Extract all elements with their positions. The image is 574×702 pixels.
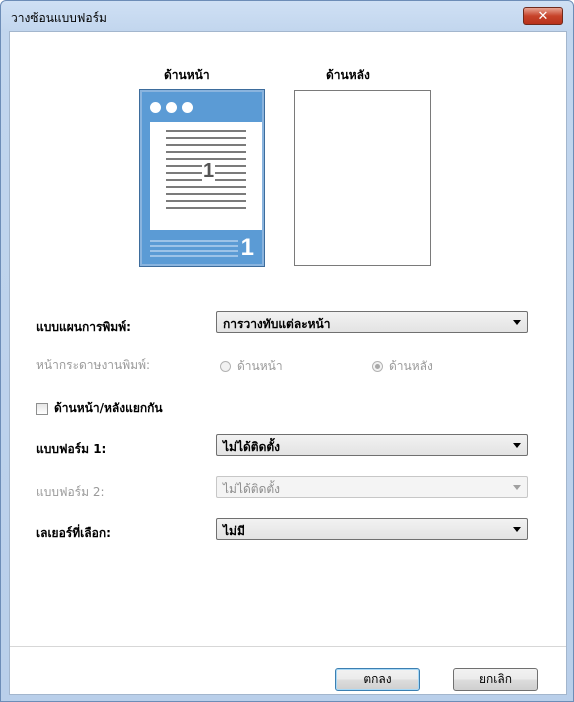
- form2-select[interactable]: ไม่ได้ติดตั้ง: [216, 476, 528, 498]
- print-layout-value: การวางทับแต่ละหน้า: [223, 317, 331, 331]
- layer-value: ไม่มี: [223, 524, 245, 538]
- radio-back-circle: [372, 361, 383, 372]
- dialog-window: วางซ้อนแบบฟอร์ม ✕ ด้านหน้า ด้านหลัง 1 1 …: [0, 0, 574, 702]
- form2-label: แบบฟอร์ม 2:: [36, 485, 105, 499]
- dialog-body: ด้านหน้า ด้านหลัง 1 1 แบบแผนการพิมพ์: กา…: [9, 31, 567, 695]
- layer-select[interactable]: ไม่มี: [216, 518, 528, 540]
- divider: [10, 646, 566, 647]
- back-side-label: ด้านหลัง: [326, 68, 370, 82]
- chevron-down-icon: [513, 527, 521, 532]
- ok-button[interactable]: ตกลง: [335, 668, 420, 691]
- dots-icon: [150, 102, 193, 113]
- document-page-icon: 1: [150, 122, 262, 230]
- form1-select[interactable]: ไม่ได้ติดตั้ง: [216, 434, 528, 456]
- print-side-label: หน้ากระดาษงานพิมพ์:: [36, 358, 151, 372]
- separate-sides-label: ด้านหน้า/หลังแยกกัน: [54, 401, 163, 415]
- chevron-down-icon: [513, 443, 521, 448]
- cancel-button[interactable]: ยกเลิก: [453, 668, 538, 691]
- radio-front-circle: [220, 361, 231, 372]
- radio-back[interactable]: ด้านหลัง: [372, 357, 433, 376]
- chevron-down-icon: [513, 485, 521, 490]
- form1-label: แบบฟอร์ม 1:: [36, 442, 107, 456]
- title-bar: วางซ้อนแบบฟอร์ม ✕: [1, 1, 573, 31]
- form1-value: ไม่ได้ติดตั้ง: [223, 440, 281, 454]
- window-title: วางซ้อนแบบฟอร์ม: [11, 11, 107, 25]
- back-page-preview[interactable]: [294, 90, 431, 266]
- separate-sides-checkbox[interactable]: ด้านหน้า/หลังแยกกัน: [36, 399, 163, 418]
- form2-value: ไม่ได้ติดตั้ง: [223, 482, 281, 496]
- close-button[interactable]: ✕: [523, 7, 563, 25]
- checkbox-box: [36, 402, 48, 415]
- print-layout-select[interactable]: การวางทับแต่ละหน้า: [216, 311, 528, 333]
- footer-page-number: 1: [240, 234, 254, 261]
- layer-label: เลเยอร์ที่เลือก:: [36, 526, 111, 540]
- radio-front-label: ด้านหน้า: [237, 359, 283, 373]
- radio-back-label: ด้านหลัง: [389, 359, 433, 373]
- chevron-down-icon: [513, 320, 521, 325]
- close-icon: ✕: [537, 8, 549, 24]
- print-layout-label: แบบแผนการพิมพ์:: [36, 320, 131, 334]
- radio-front[interactable]: ด้านหน้า: [220, 357, 283, 376]
- front-side-label: ด้านหน้า: [164, 68, 210, 82]
- page-number: 1: [202, 160, 216, 183]
- front-page-preview[interactable]: 1 1: [139, 89, 265, 267]
